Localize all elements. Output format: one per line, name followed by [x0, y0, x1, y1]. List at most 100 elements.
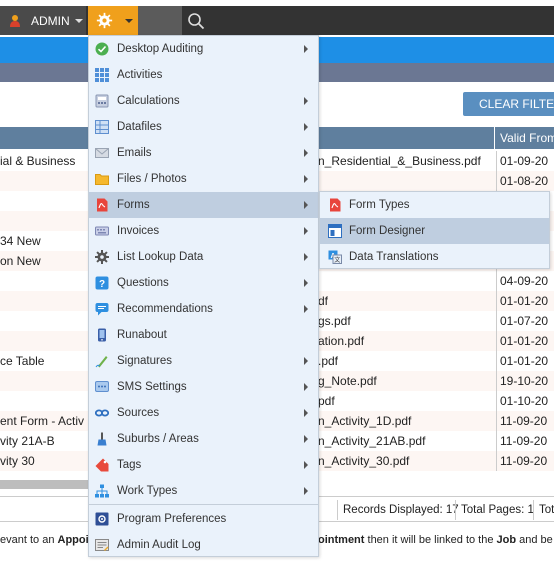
audit-log-icon	[95, 539, 109, 551]
chevron-right-icon	[304, 409, 308, 417]
menu-item-label: Tags	[117, 459, 142, 471]
cell-filename: g_Note.pdf	[318, 374, 377, 388]
menu-item-desktop-auditing[interactable]: Desktop Auditing	[89, 36, 318, 62]
menu-item-datafiles[interactable]: Datafiles	[89, 114, 318, 140]
menu-item-label: Forms	[117, 199, 150, 211]
chevron-right-icon	[304, 227, 308, 235]
table-header-cell[interactable]	[318, 127, 494, 149]
clear-filters-button[interactable]: CLEAR FILTERS	[463, 92, 554, 116]
records-displayed: Records Displayed: 17	[337, 500, 464, 520]
mobile-icon	[98, 328, 106, 342]
chevron-right-icon	[304, 175, 308, 183]
chevron-right-icon	[304, 357, 308, 365]
cell-filename: gs.pdf	[318, 314, 351, 328]
cell-valid-from: 01-09-20	[500, 154, 549, 168]
column-divider	[496, 291, 497, 311]
cell-name: on New	[0, 254, 41, 268]
cell-filename: pdf	[318, 394, 335, 408]
column-divider	[496, 411, 497, 431]
menu-item-label: Suburbs / Areas	[117, 433, 199, 445]
search-icon[interactable]	[187, 12, 205, 30]
menu-item-forms[interactable]: Forms	[89, 192, 318, 218]
menu-item-signatures[interactable]: Signatures	[89, 348, 318, 374]
submenu-item-form-types[interactable]: Form Types	[320, 192, 549, 218]
pdf-icon	[330, 198, 341, 212]
cell-name: vity 30	[0, 454, 35, 468]
cell-valid-from: 01-10-20	[500, 394, 549, 408]
cell-name: ce Table	[0, 354, 45, 368]
menu-item-activities[interactable]: Activities	[89, 62, 318, 88]
settings-dropdown-menu: Desktop Auditing Activities Calculations Da…	[88, 35, 319, 557]
cell-filename: n_Activity_21AB.pdf	[318, 434, 426, 448]
cell-valid-from: 01-01-20	[500, 334, 549, 348]
settings-menu-button[interactable]	[88, 6, 138, 35]
horizontal-scrollbar[interactable]	[0, 480, 90, 489]
keyboard-icon	[95, 226, 109, 236]
menu-item-files-photos[interactable]: Files / Photos	[89, 166, 318, 192]
chevron-down-icon	[75, 19, 83, 23]
menu-item-label: SMS Settings	[117, 381, 187, 393]
menu-item-recommendations[interactable]: Recommendations	[89, 296, 318, 322]
menu-item-program-preferences[interactable]: Program Preferences	[89, 506, 318, 532]
cell-filename: ation.pdf	[318, 334, 365, 348]
cell-valid-from: 01-01-20	[500, 294, 549, 308]
menu-item-label: Calculations	[117, 95, 180, 107]
menu-item-emails[interactable]: Emails	[89, 140, 318, 166]
menu-item-label: Program Preferences	[117, 513, 227, 525]
menu-item-calculations[interactable]: Calculations	[89, 88, 318, 114]
column-divider	[496, 391, 497, 411]
speech-icon	[95, 303, 109, 316]
chevron-right-icon	[304, 383, 308, 391]
menu-item-invoices[interactable]: Invoices	[89, 218, 318, 244]
menu-item-list-lookup-data[interactable]: List Lookup Data	[89, 244, 318, 270]
cell-filename: n_Activity_30.pdf	[318, 454, 410, 468]
column-divider	[496, 371, 497, 391]
folder-icon	[95, 174, 109, 185]
cell-filename: df	[318, 294, 329, 308]
menu-item-suburbs-areas[interactable]: Suburbs / Areas	[89, 426, 318, 452]
table-header-cell[interactable]	[0, 127, 90, 149]
menu-item-label: Work Types	[117, 485, 178, 497]
menu-item-admin-audit-log[interactable]: Admin Audit Log	[89, 532, 318, 558]
chevron-right-icon	[304, 123, 308, 131]
chevron-right-icon	[304, 201, 308, 209]
menu-item-label: Admin Audit Log	[117, 539, 201, 551]
nav-tab[interactable]	[138, 6, 182, 35]
preferences-icon	[95, 512, 109, 526]
calculator-icon	[95, 94, 109, 108]
check-circle-icon	[95, 42, 109, 56]
gear-icon	[96, 12, 113, 29]
menu-item-sources[interactable]: Sources	[89, 400, 318, 426]
chevron-right-icon	[304, 149, 308, 157]
sms-icon	[95, 381, 109, 392]
submenu-item-data-translations[interactable]: A文 Data Translations	[320, 244, 549, 270]
column-divider	[496, 431, 497, 451]
chevron-down-icon	[125, 19, 133, 23]
cell-filename: n_Residential_&_Business.pdf	[318, 154, 481, 168]
menu-item-sms-settings[interactable]: SMS Settings	[89, 374, 318, 400]
cell-name: ent Form - Activ	[0, 414, 85, 428]
menu-item-work-types[interactable]: Work Types	[89, 478, 318, 504]
chevron-right-icon	[304, 305, 308, 313]
column-header-valid-from[interactable]: Valid From	[494, 127, 554, 149]
menu-divider	[89, 504, 318, 505]
menu-item-tags[interactable]: Tags	[89, 452, 318, 478]
cell-valid-from: 19-10-20	[500, 374, 549, 388]
menu-item-runabout[interactable]: Runabout	[89, 322, 318, 348]
cell-name: ial & Business	[0, 154, 76, 168]
submenu-item-form-designer[interactable]: Form Designer	[320, 218, 549, 244]
cell-valid-from: 11-09-20	[500, 454, 548, 468]
notice-left: evant to an Appoi	[0, 534, 89, 546]
top-navigation-bar: ADMIN	[0, 6, 554, 35]
menu-item-label: Invoices	[117, 225, 160, 237]
column-divider	[496, 351, 497, 371]
menu-item-label: Emails	[117, 147, 152, 159]
admin-user-menu[interactable]: ADMIN	[0, 6, 86, 35]
pdf-icon	[97, 198, 108, 212]
menu-item-questions[interactable]: ? Questions	[89, 270, 318, 296]
translate-icon: A文	[328, 250, 342, 264]
pen-icon	[95, 356, 108, 368]
chevron-right-icon	[304, 253, 308, 261]
cell-name: vity 21A-B	[0, 434, 55, 448]
menu-item-label: Datafiles	[117, 121, 162, 133]
